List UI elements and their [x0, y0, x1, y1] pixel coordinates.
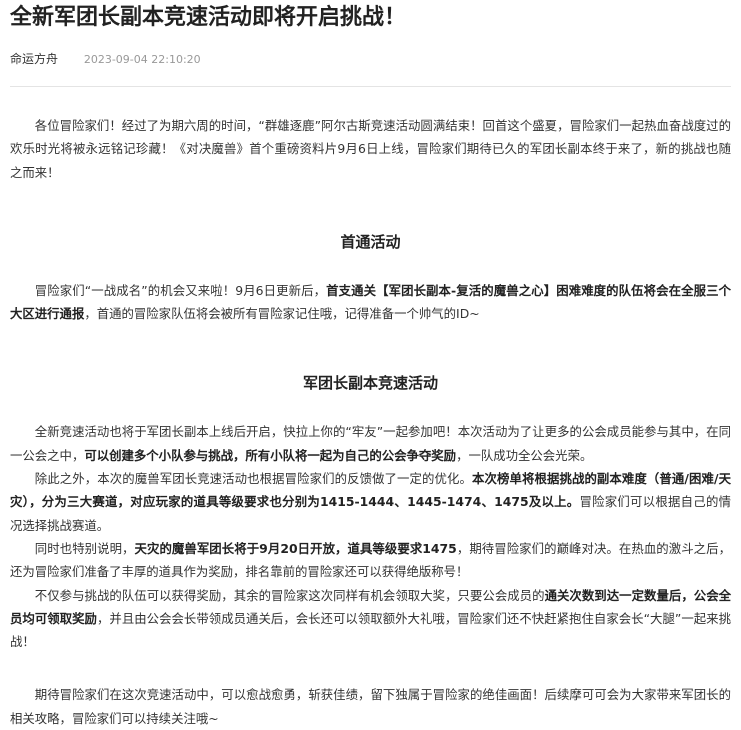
race-paragraph-1: 全新竞速活动也将于军团长副本上线后开启，快拉上你的“牢友”一起参加吧！本次活动为…: [10, 420, 731, 467]
article-body: 各位冒险家们！经过了为期六周的时间，“群雄逐鹿”阿尔古斯竞速活动圆满结束！回首这…: [10, 114, 731, 730]
text-run: ，一队成功全公会光荣。: [456, 447, 593, 463]
text-run: 除此之外，本次的魔兽军团长竞速活动也根据冒险家们的反馈做了一定的优化。: [34, 471, 473, 487]
text-run: 各位冒险家们！经过了为期六周的时间，“群雄逐鹿”阿尔古斯竞速活动圆满结束！回首这…: [10, 118, 731, 180]
header-divider: [10, 86, 731, 87]
section-heading-first-clear: 首通活动: [340, 232, 401, 251]
race-paragraph-3: 同时也特别说明，天灾的魔兽军团长将于9月20日开放，道具等级要求1475，期待冒…: [10, 537, 731, 584]
bold-text-run: 可以创建多个小队参与挑战，所有小队将一起为自己的公会争夺奖励: [84, 447, 457, 463]
text-run: ，并且由公会会长带领成员通关后，会长还可以领取额外大礼哦，冒险家们还不快赶紧抱住…: [10, 610, 732, 650]
text-run: ，首通的冒险家队伍将会被所有冒险家记住哦，记得准备一个帅气的ID~: [84, 306, 480, 322]
article-title: 全新军团长副本竞速活动即将开启挑战！: [10, 5, 407, 30]
race-paragraph-4: 不仅参与挑战的队伍可以获得奖励，其余的冒险家这次同样有机会领取大奖，只要公会成员…: [10, 584, 731, 654]
text-run: 冒险家们“一战成名”的机会又来啦！9月6日更新后，: [34, 282, 327, 298]
section-heading-race: 军团长副本竞速活动: [302, 374, 438, 393]
outro-paragraph: 期待冒险家们在这次竞速活动中，可以愈战愈勇，斩获佳绩，留下独属于冒险家的绝佳画面…: [10, 683, 731, 730]
text-run: 期待冒险家们在这次竞速活动中，可以愈战愈勇，斩获佳绩，留下独属于冒险家的绝佳画面…: [10, 687, 731, 726]
article-meta: 命运方舟 2023-09-04 22:10:20: [10, 50, 201, 69]
article-page: 全新军团长副本竞速活动即将开启挑战！ 命运方舟 2023-09-04 22:10…: [0, 0, 741, 726]
text-run: 同时也特别说明，: [34, 540, 135, 556]
article-author[interactable]: 命运方舟: [10, 52, 58, 66]
text-run: 不仅参与挑战的队伍可以获得奖励，其余的冒险家这次同样有机会领取大奖，只要公会成员…: [34, 587, 545, 603]
intro-paragraph: 各位冒险家们！经过了为期六周的时间，“群雄逐鹿”阿尔古斯竞速活动圆满结束！回首这…: [10, 114, 731, 184]
article-date: 2023-09-04 22:10:20: [83, 53, 201, 66]
first-clear-paragraph: 冒险家们“一战成名”的机会又来啦！9月6日更新后，首支通关【军团长副本-复活的魔…: [10, 279, 731, 326]
bold-text-run: 天灾的魔兽军团长将于9月20日开放，道具等级要求1475: [134, 540, 457, 556]
race-paragraph-2: 除此之外，本次的魔兽军团长竞速活动也根据冒险家们的反馈做了一定的优化。本次榜单将…: [10, 467, 731, 537]
